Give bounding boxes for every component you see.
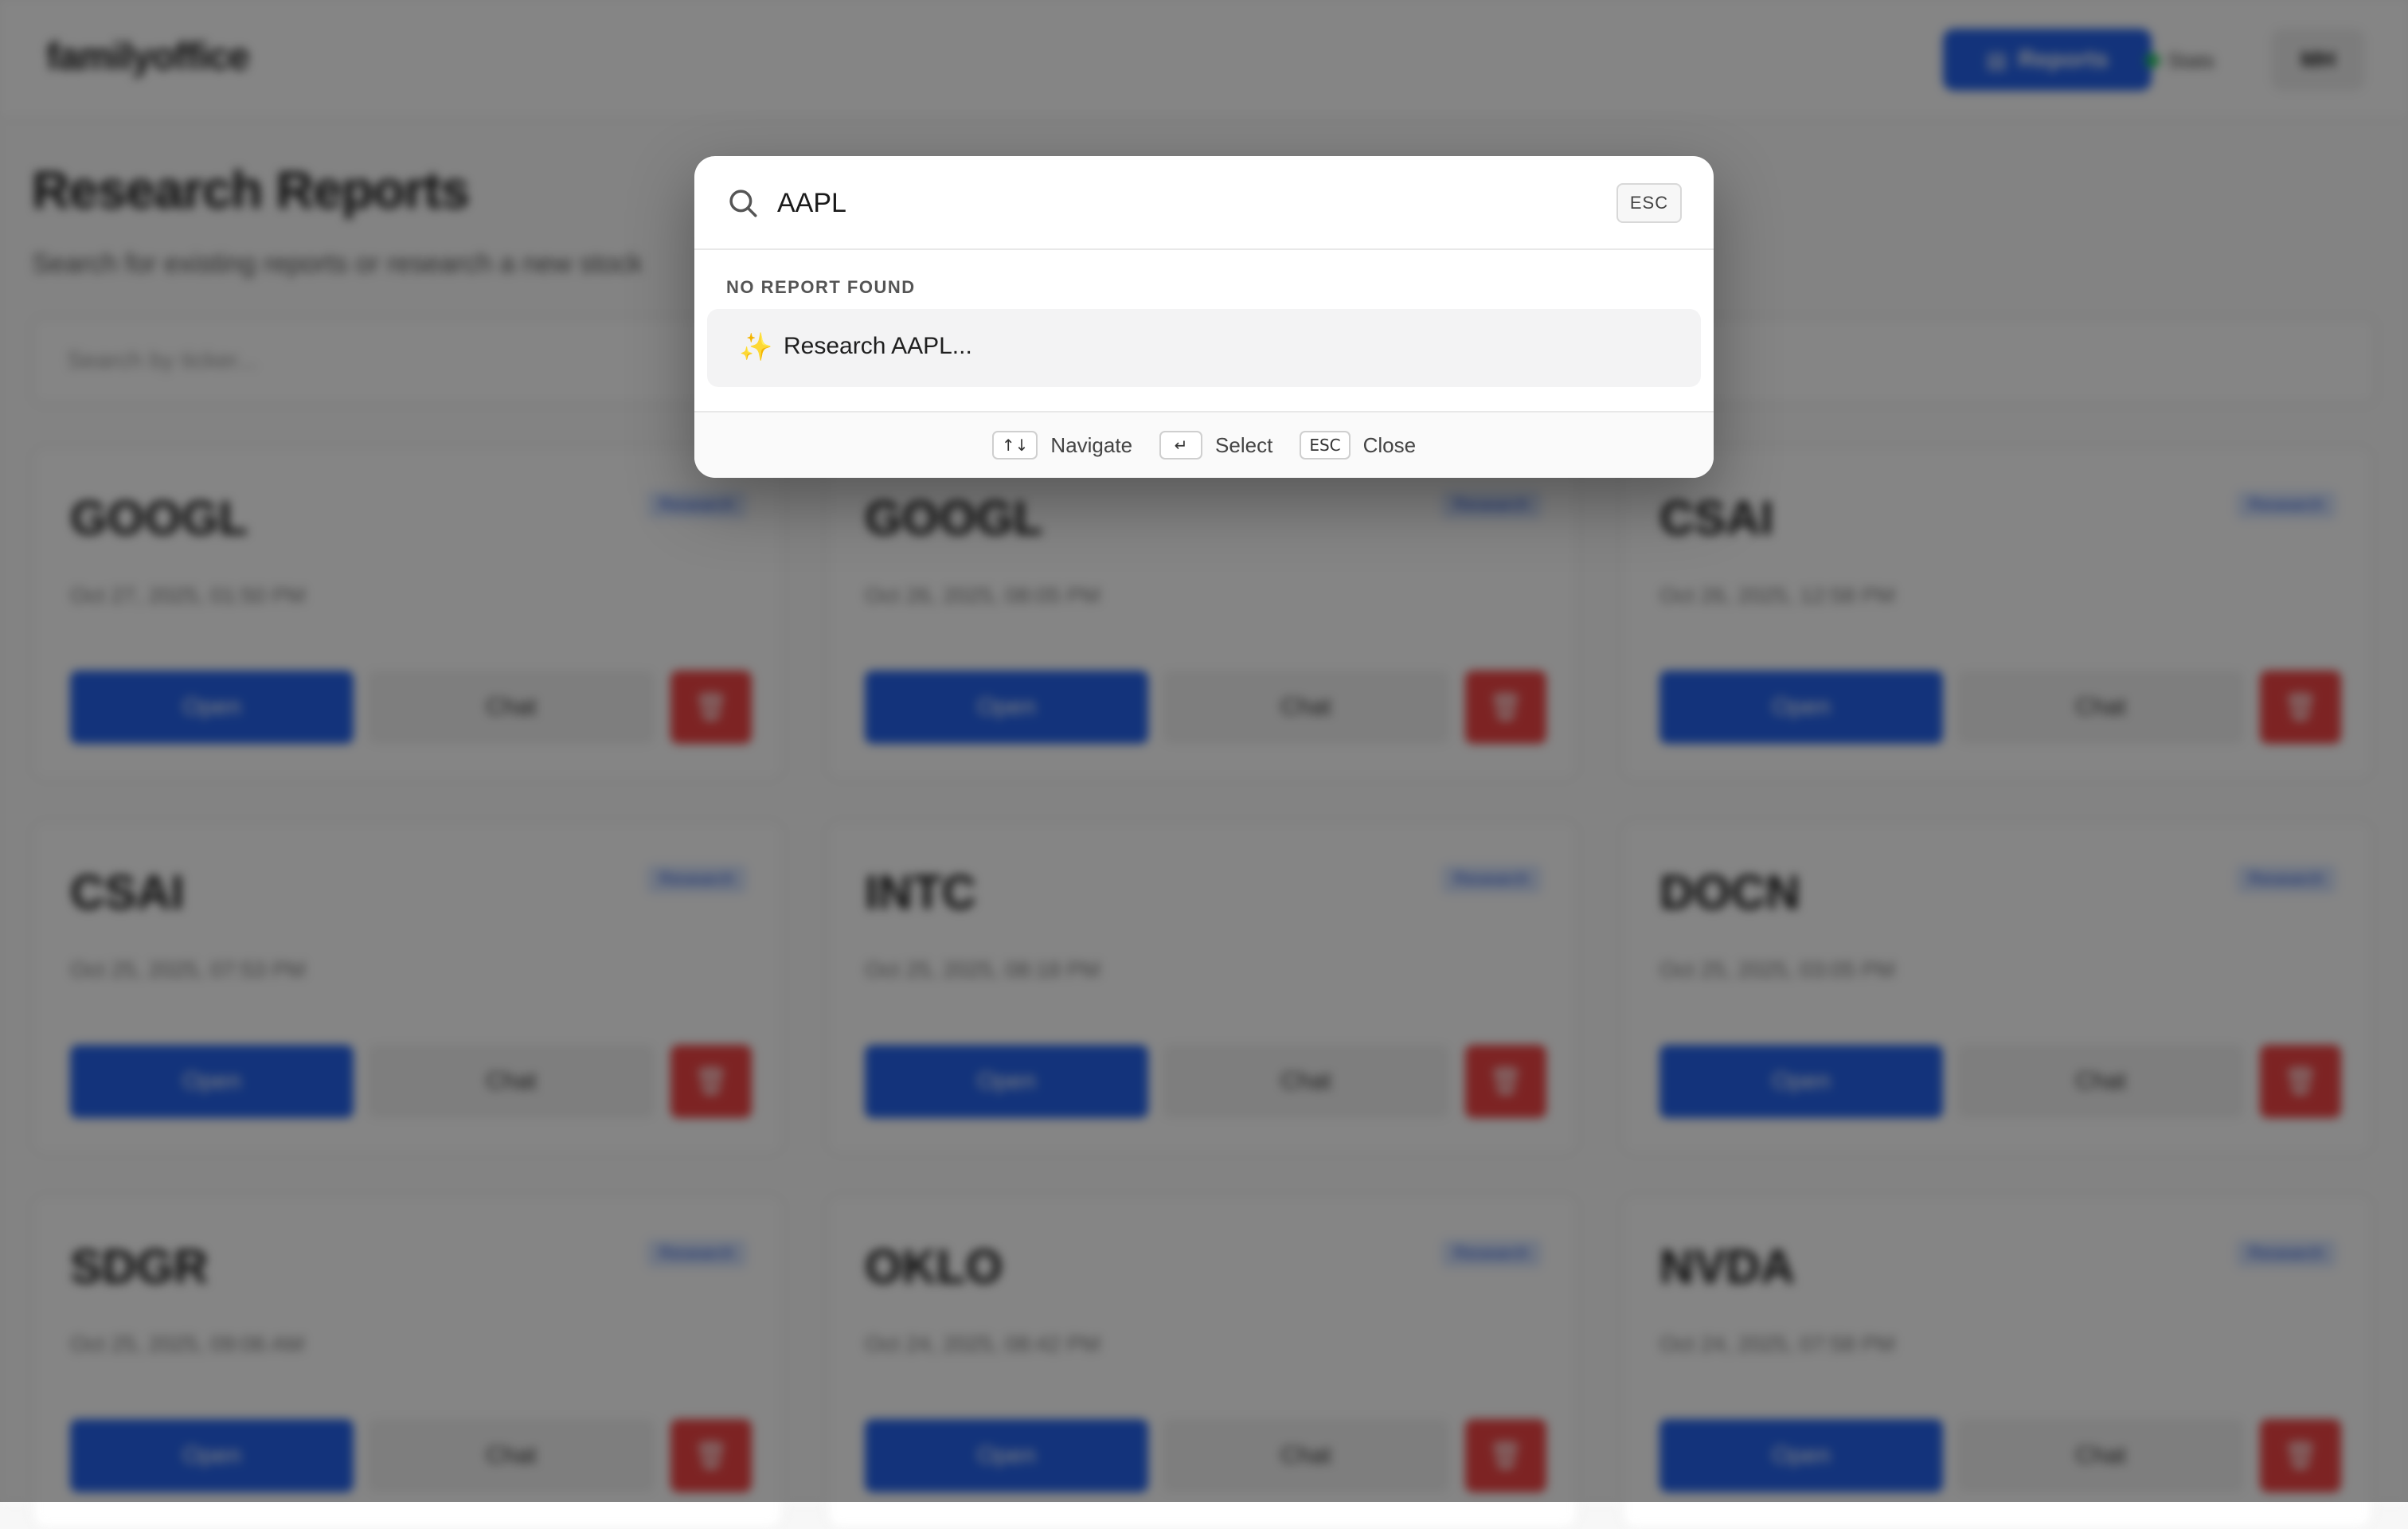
hint-select: ↵ Select <box>1159 431 1272 459</box>
palette-footer-hints: ↑↓ Navigate ↵ Select ESC Close <box>694 411 1714 478</box>
palette-search-input[interactable] <box>777 178 1573 228</box>
enter-key-icon: ↵ <box>1159 431 1203 459</box>
esc-key-icon: ESC <box>1300 431 1351 459</box>
hint-select-label: Select <box>1215 432 1273 457</box>
hint-close-label: Close <box>1362 432 1417 457</box>
palette-search-bar: ESC <box>694 156 1714 250</box>
hint-close: ESC Close <box>1300 431 1416 459</box>
research-option-label: Research AAPL... <box>784 333 972 359</box>
hint-navigate-label: Navigate <box>1050 432 1133 457</box>
arrow-keys-icon: ↑↓ <box>991 431 1038 459</box>
no-report-found-label: NO REPORT FOUND <box>726 277 916 297</box>
esc-key-badge[interactable]: ESC <box>1616 183 1682 223</box>
hint-navigate: ↑↓ Navigate <box>991 431 1133 459</box>
research-ticker-option[interactable]: ✨ Research AAPL... <box>707 309 1701 387</box>
sparkles-icon: ✨ <box>739 331 773 363</box>
command-palette: ESC NO REPORT FOUND ✨ Research AAPL... ↑… <box>694 156 1714 478</box>
search-icon <box>729 190 757 217</box>
